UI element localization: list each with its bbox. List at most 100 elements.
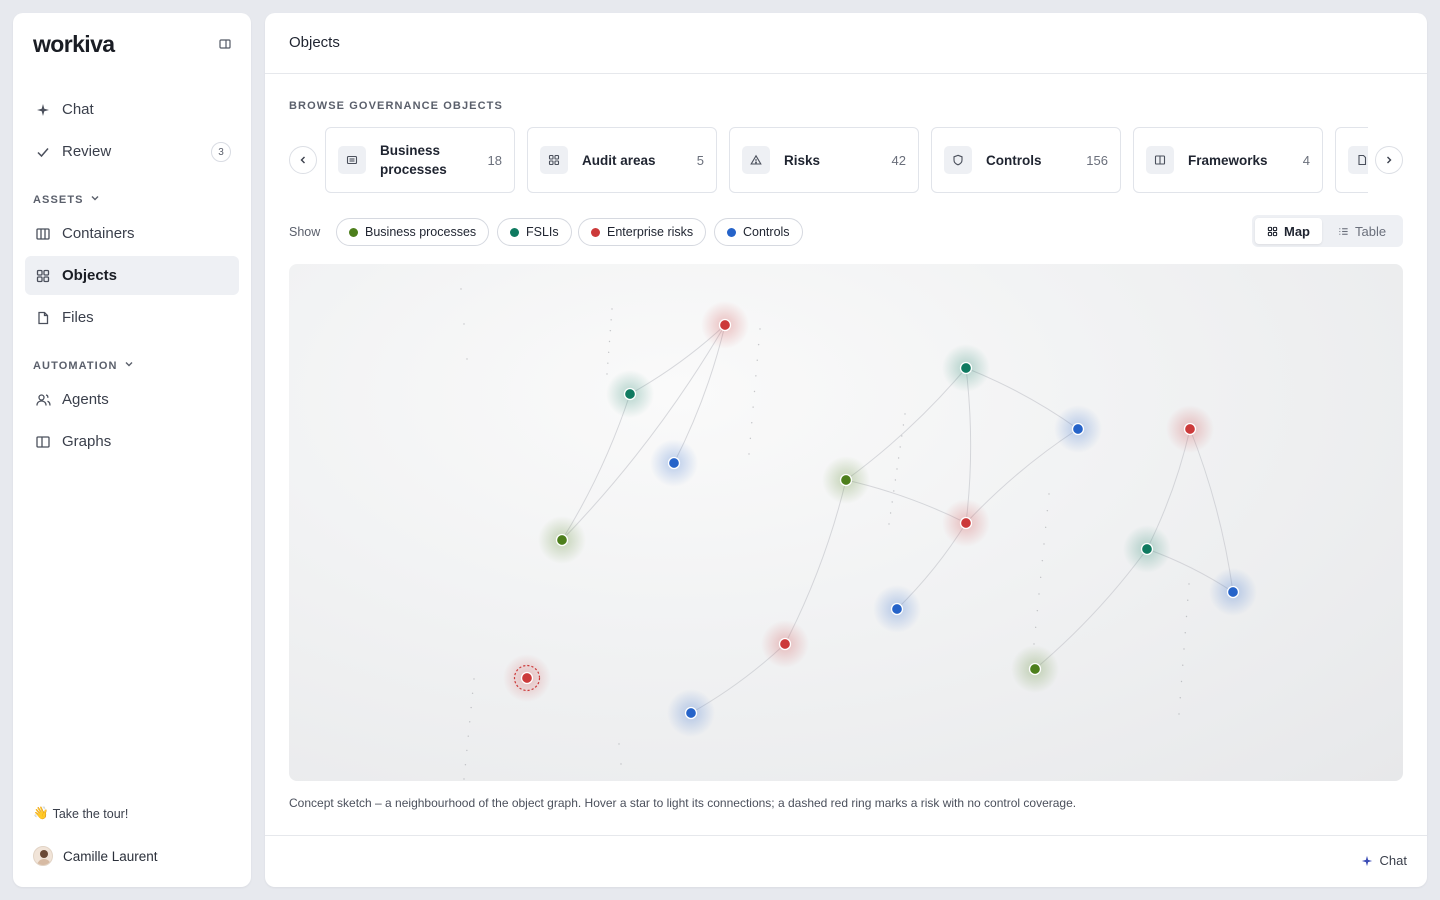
object-card-frameworks[interactable]: Frameworks 4: [1133, 127, 1323, 193]
graph-node-risk[interactable]: [761, 620, 809, 668]
sidebar-item-label: Review: [62, 143, 112, 160]
graph-node-risk[interactable]: [942, 499, 990, 547]
node-dot: [684, 706, 698, 720]
object-card-business-processes[interactable]: Business processes 18: [325, 127, 515, 193]
dust-dot: [1180, 680, 1183, 683]
sparkle-icon: [35, 102, 51, 118]
filter-chip-enterprise-risks[interactable]: Enterprise risks: [578, 218, 707, 246]
dust-dot: [1048, 493, 1050, 495]
dust-dot: [1033, 643, 1035, 645]
dust-dot: [471, 692, 474, 694]
dust-dot: [1178, 713, 1180, 715]
user-menu[interactable]: Camille Laurent: [33, 846, 158, 866]
card-label: Frameworks: [1188, 152, 1268, 168]
graph-node-control[interactable]: [1209, 568, 1257, 616]
workiva-logo[interactable]: workiva: [33, 31, 115, 58]
graph-edge: [784, 479, 847, 645]
graph-node-control[interactable]: [1054, 405, 1102, 453]
graph-node-fsli[interactable]: [942, 344, 990, 392]
dust-dot: [608, 340, 611, 343]
dust-dot: [889, 512, 892, 514]
assets-section-toggle[interactable]: ASSETS: [33, 193, 100, 206]
card-label: Controls: [986, 152, 1042, 168]
dust-dot: [473, 678, 475, 680]
object-graph-map[interactable]: [289, 264, 1403, 781]
sidebar-item-containers[interactable]: Containers: [25, 214, 239, 253]
dust-dot: [756, 359, 758, 361]
carousel-next-button[interactable]: [1375, 146, 1403, 174]
dust-dot: [466, 749, 468, 752]
grid-icon: [540, 146, 568, 174]
filter-chip-fslis[interactable]: FSLIs: [497, 218, 572, 246]
page-title: Objects: [289, 34, 340, 51]
sidebar-item-graphs[interactable]: Graphs: [25, 422, 239, 461]
dust-dot: [466, 358, 468, 360]
graph-edge: [1189, 428, 1234, 593]
node-dot: [623, 387, 637, 401]
graph-node-fsli[interactable]: [606, 370, 654, 418]
object-card-risks[interactable]: Risks 42: [729, 127, 919, 193]
graph-node-risk[interactable]: [701, 301, 749, 349]
graph-edge: [561, 393, 631, 541]
dust-dot: [1044, 526, 1047, 529]
sidebar-item-files[interactable]: Files: [25, 298, 239, 337]
page-header: Objects: [265, 13, 1427, 74]
automation-section-toggle[interactable]: AUTOMATION: [33, 359, 134, 372]
list-icon: [338, 146, 366, 174]
graph-node-risk[interactable]: [1166, 405, 1214, 453]
carousel-prev-button[interactable]: [289, 146, 317, 174]
node-dot: [1028, 662, 1042, 676]
sidebar-item-objects[interactable]: Objects: [25, 256, 239, 295]
map-view-button[interactable]: Map: [1255, 218, 1322, 244]
graph-node-business-process[interactable]: [538, 516, 586, 564]
graph-node-business-process[interactable]: [1011, 645, 1059, 693]
filter-chip-business-processes[interactable]: Business processes: [336, 218, 490, 246]
dust-dot: [902, 424, 905, 426]
dust-dot: [904, 413, 906, 415]
dust-dot: [620, 763, 622, 765]
graph-node-control[interactable]: [667, 689, 715, 737]
graph-node-business-process[interactable]: [822, 456, 870, 504]
review-count-badge: 3: [211, 142, 231, 162]
main-footer: Chat: [265, 835, 1427, 887]
sidebar-item-agents[interactable]: Agents: [25, 380, 239, 419]
sidebar: workiva Chat Review 3 ASSETS Containers …: [13, 13, 251, 887]
legend-dot: [510, 227, 519, 237]
table-view-button[interactable]: Table: [1326, 218, 1398, 244]
object-card-partial[interactable]: [1335, 127, 1368, 193]
sidebar-collapse-icon[interactable]: [219, 37, 233, 51]
graph-node-control[interactable]: [650, 439, 698, 487]
dust-dot: [757, 343, 760, 346]
footer-chat-button[interactable]: Chat: [1361, 853, 1407, 868]
graph-node-fsli[interactable]: [1123, 525, 1171, 573]
graph-canvas: [460, 288, 1257, 780]
dust-dot: [753, 390, 756, 393]
dust-dot: [1046, 509, 1049, 512]
file-icon: [35, 310, 51, 326]
graph-node-control[interactable]: [873, 585, 921, 633]
sidebar-item-review[interactable]: Review 3: [25, 132, 239, 171]
node-dot: [1140, 542, 1154, 556]
object-type-carousel: Business processes 18 Audit areas 5 Risk…: [289, 127, 1403, 193]
dust-dot: [759, 328, 761, 330]
take-tour-link[interactable]: 👋 Take the tour!: [33, 806, 128, 821]
object-card-controls[interactable]: Controls 156: [931, 127, 1121, 193]
list-icon: [1339, 227, 1348, 235]
object-card-audit-areas[interactable]: Audit areas 5: [527, 127, 717, 193]
dust-dot: [893, 490, 895, 492]
chevron-right-icon: [1387, 156, 1392, 164]
graph-node-risk[interactable]: [503, 654, 551, 702]
sidebar-item-label: Graphs: [62, 433, 112, 450]
node-dot: [555, 533, 569, 547]
filter-chip-controls[interactable]: Controls: [714, 218, 803, 246]
map-label: Map: [1284, 223, 1310, 239]
sidebar-item-chat[interactable]: Chat: [25, 90, 239, 129]
dust-dot: [891, 501, 893, 503]
card-count: 18: [487, 152, 502, 168]
card-count: 5: [696, 152, 704, 168]
legend-dot: [591, 227, 600, 237]
chevron-left-icon: [300, 156, 305, 164]
node-dot: [1226, 585, 1240, 599]
dust-dot: [896, 468, 898, 470]
automation-heading: AUTOMATION: [33, 359, 118, 372]
